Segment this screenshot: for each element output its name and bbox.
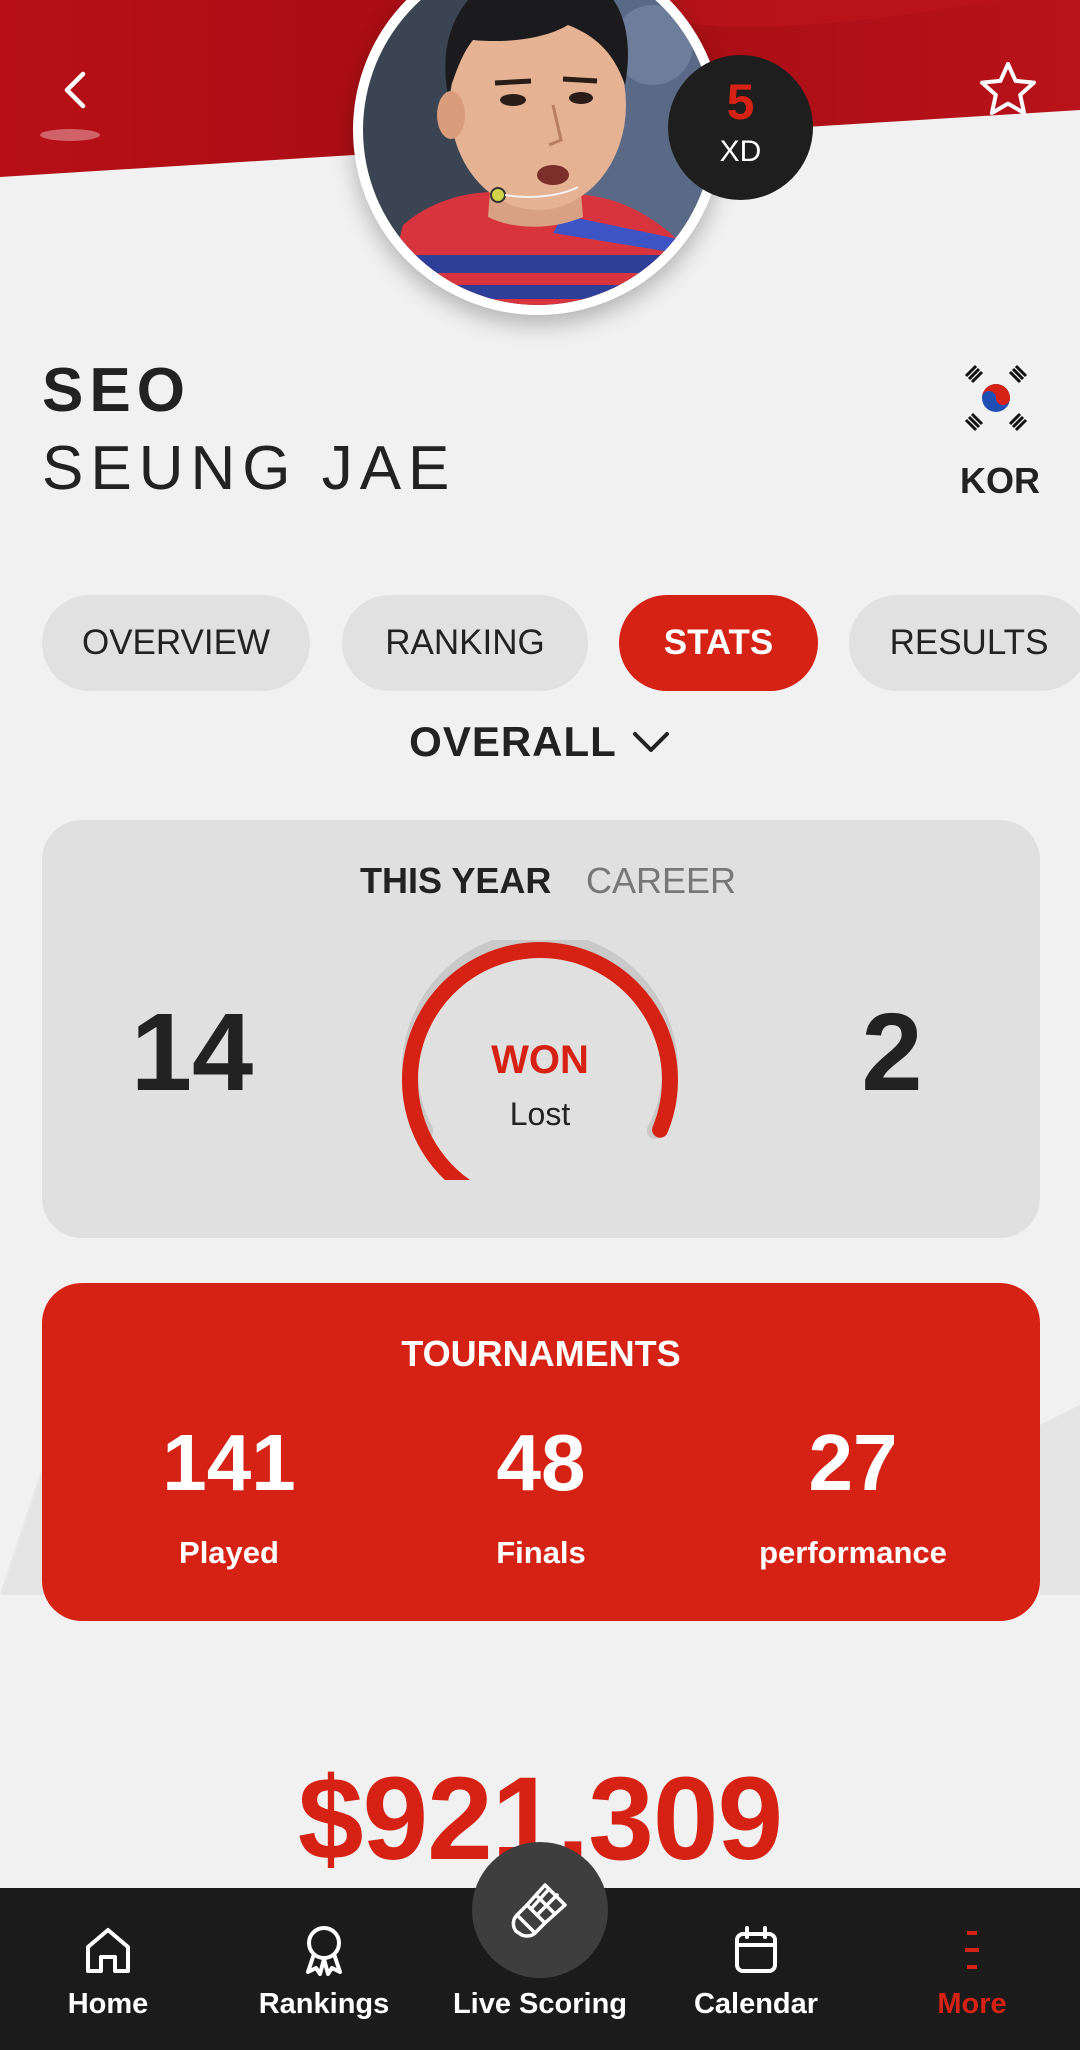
rank-category: XD (719, 135, 762, 168)
tournaments-card: TOURNAMENTS 141 Played 48 Finals 27 perf… (42, 1283, 1040, 1621)
gauge-won-label: WON (491, 1038, 589, 1082)
tab-stats[interactable]: STATS (619, 595, 818, 691)
favorite-button[interactable] (968, 50, 1048, 130)
win-loss-card: THIS YEAR CAREER 14 WON Lost 2 (42, 820, 1040, 1238)
segment-career[interactable]: CAREER (586, 860, 736, 902)
stat-finals: 48 Finals (411, 1423, 671, 1593)
shuttlecock-icon (511, 1883, 567, 1938)
chevron-left-icon (64, 71, 86, 109)
finals-value: 48 (496, 1418, 586, 1507)
nav-more-label: More (937, 1988, 1007, 2020)
gauge-lost-label: Lost (509, 1096, 571, 1132)
overall-label: OVERALL (409, 718, 617, 765)
live-scoring-button[interactable] (472, 1842, 608, 1978)
player-first-name: SEO (42, 356, 191, 425)
tab-ranking[interactable]: RANKING (342, 595, 588, 691)
player-photo (363, 0, 713, 305)
played-value: 141 (162, 1418, 296, 1507)
tab-results[interactable]: RESULTS (849, 595, 1080, 691)
nav-home-label: Home (67, 1988, 149, 2020)
award-ribbon-icon (294, 1920, 354, 1980)
home-icon (78, 1920, 138, 1980)
star-outline-icon (980, 62, 1036, 115)
won-count: 14 (130, 991, 254, 1114)
rank-badge: 5 XD (668, 55, 813, 200)
rank-number: 5 (726, 74, 755, 130)
nav-calendar-label: Calendar (693, 1988, 819, 2020)
nav-live-scoring-label: Live Scoring (452, 1988, 628, 2020)
back-button[interactable] (40, 55, 110, 125)
lost-count: 2 (861, 991, 923, 1114)
segment-this-year[interactable]: THIS YEAR (360, 860, 551, 902)
stat-played: 141 Played (99, 1423, 359, 1593)
chevron-down-icon (632, 732, 669, 752)
tournaments-title: TOURNAMENTS (401, 1333, 681, 1374)
overall-dropdown[interactable]: OVERALL (0, 718, 1080, 766)
player-last-name: SEUNG JAE (42, 434, 457, 503)
stat-performance: 27 performance (723, 1423, 983, 1593)
more-menu-icon (942, 1920, 1002, 1980)
nav-calendar[interactable]: Calendar (648, 1888, 864, 2050)
tab-overview[interactable]: OVERVIEW (42, 595, 310, 691)
finals-label: Finals (496, 1535, 586, 1570)
nav-rankings[interactable]: Rankings (216, 1888, 432, 2050)
nav-more[interactable]: More (864, 1888, 1080, 2050)
south-korea-flag (962, 364, 1030, 432)
country-code: KOR (960, 460, 1040, 501)
performance-label: performance (759, 1535, 947, 1570)
nav-home[interactable]: Home (0, 1888, 216, 2050)
nav-rankings-label: Rankings (258, 1988, 390, 2020)
played-label: Played (179, 1535, 279, 1570)
calendar-icon (726, 1920, 786, 1980)
performance-value: 27 (808, 1418, 898, 1507)
